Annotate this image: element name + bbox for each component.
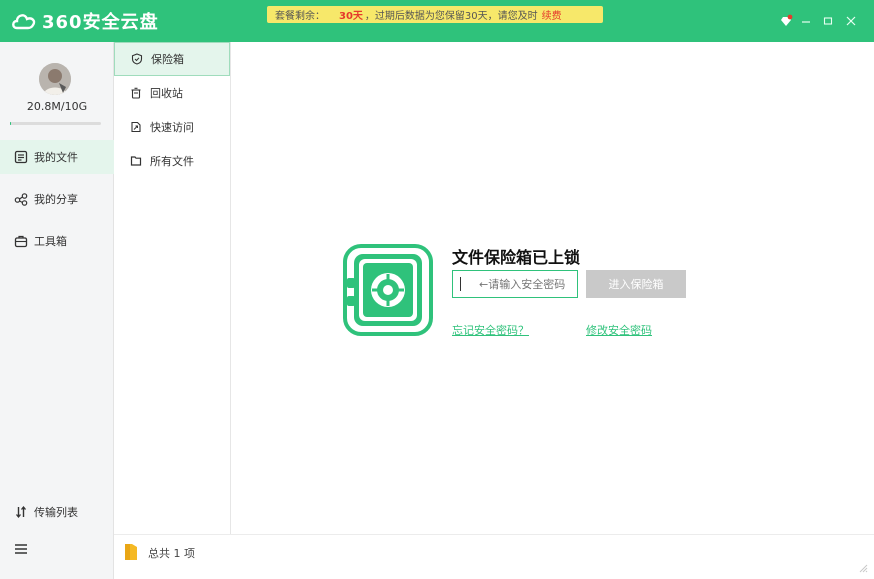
skin-icon [781, 14, 793, 26]
text-caret [460, 277, 461, 291]
sidebar-item-my-files[interactable]: 我的文件 [0, 140, 114, 174]
main-content: 文件保险箱已上锁 进入保险箱 忘记安全密码？ 修改安全密码 [231, 42, 874, 534]
notice-days: 30天 [339, 11, 363, 22]
status-bar: 总共 1 项 [114, 534, 874, 579]
subnav-item-label: 所有文件 [150, 155, 194, 168]
subnav-item-label: 回收站 [150, 87, 183, 100]
minimize-icon [802, 21, 810, 23]
maximize-icon [823, 17, 833, 25]
shield-icon [131, 53, 143, 65]
subnav-item-recycle-bin[interactable]: 回收站 [114, 76, 230, 110]
subnav-item-label: 快速访问 [150, 121, 194, 134]
vault-locked-title: 文件保险箱已上锁 [452, 248, 581, 267]
sidebar-item-label: 我的分享 [34, 193, 78, 206]
sidebar-item-label: 工具箱 [34, 235, 67, 248]
sidebar-item-label: 我的文件 [34, 151, 78, 164]
share-icon [14, 193, 28, 206]
sub-navigation: 保险箱 回收站 快速访问 所有文件 [114, 42, 231, 534]
skin-button[interactable] [778, 12, 794, 30]
resize-grip-icon[interactable] [858, 563, 868, 573]
quick-access-icon [131, 121, 141, 133]
sidebar-item-transfer-list[interactable]: 传输列表 [0, 495, 114, 529]
left-sidebar: 20.8M/10G 我的文件 我的分享 工具箱 传输列表 [0, 42, 114, 579]
subnav-item-quick-access[interactable]: 快速访问 [114, 110, 230, 144]
storage-usage: 20.8M/10G [26, 100, 88, 113]
cloud-logo-icon [12, 14, 36, 30]
forgot-password-link[interactable]: 忘记安全密码？ [452, 322, 529, 338]
sidebar-item-toolbox[interactable]: 工具箱 [0, 224, 114, 258]
folder-outline-icon [130, 156, 142, 166]
notice-prefix: 套餐剩余： [275, 11, 325, 22]
close-icon [846, 16, 856, 26]
sidebar-item-label: 传输列表 [34, 506, 78, 519]
notice-message: ，过期后数据为您保留30天，请您及时 [364, 11, 538, 22]
app-title: 360安全云盘 [42, 12, 159, 33]
toolbox-icon [14, 235, 28, 248]
storage-bar [10, 122, 101, 125]
safe-box-icon [343, 244, 433, 336]
change-password-link[interactable]: 修改安全密码 [586, 322, 652, 338]
recycle-bin-icon [131, 87, 141, 99]
app-logo: 360安全云盘 [10, 8, 159, 34]
sidebar-item-my-share[interactable]: 我的分享 [0, 182, 114, 216]
storage-bar-fill [10, 122, 11, 125]
subnav-item-label: 保险箱 [151, 53, 184, 66]
enter-vault-button[interactable]: 进入保险箱 [586, 270, 686, 298]
avatar[interactable] [39, 63, 71, 95]
security-password-input[interactable] [452, 270, 578, 298]
folder-icon [125, 544, 137, 560]
subnav-item-vault[interactable]: 保险箱 [114, 42, 230, 76]
main-menu-button[interactable] [0, 532, 114, 566]
renew-link[interactable]: 续费 [542, 7, 562, 22]
subnav-item-all-files[interactable]: 所有文件 [114, 144, 230, 178]
close-button[interactable] [843, 12, 859, 30]
title-bar: 360安全云盘 套餐剩余： 30天 ，过期后数据为您保留30天，请您及时 续费 [0, 0, 874, 42]
maximize-button[interactable] [820, 12, 836, 30]
hamburger-menu-icon [15, 544, 27, 554]
transfer-icon [15, 505, 27, 519]
item-count: 总共 1 项 [148, 547, 195, 560]
minimize-button[interactable] [798, 12, 814, 30]
user-avatar-icon [39, 63, 71, 95]
subscription-notice: 套餐剩余： 30天 ，过期后数据为您保留30天，请您及时 续费 [267, 6, 603, 23]
file-list-icon [14, 150, 28, 164]
